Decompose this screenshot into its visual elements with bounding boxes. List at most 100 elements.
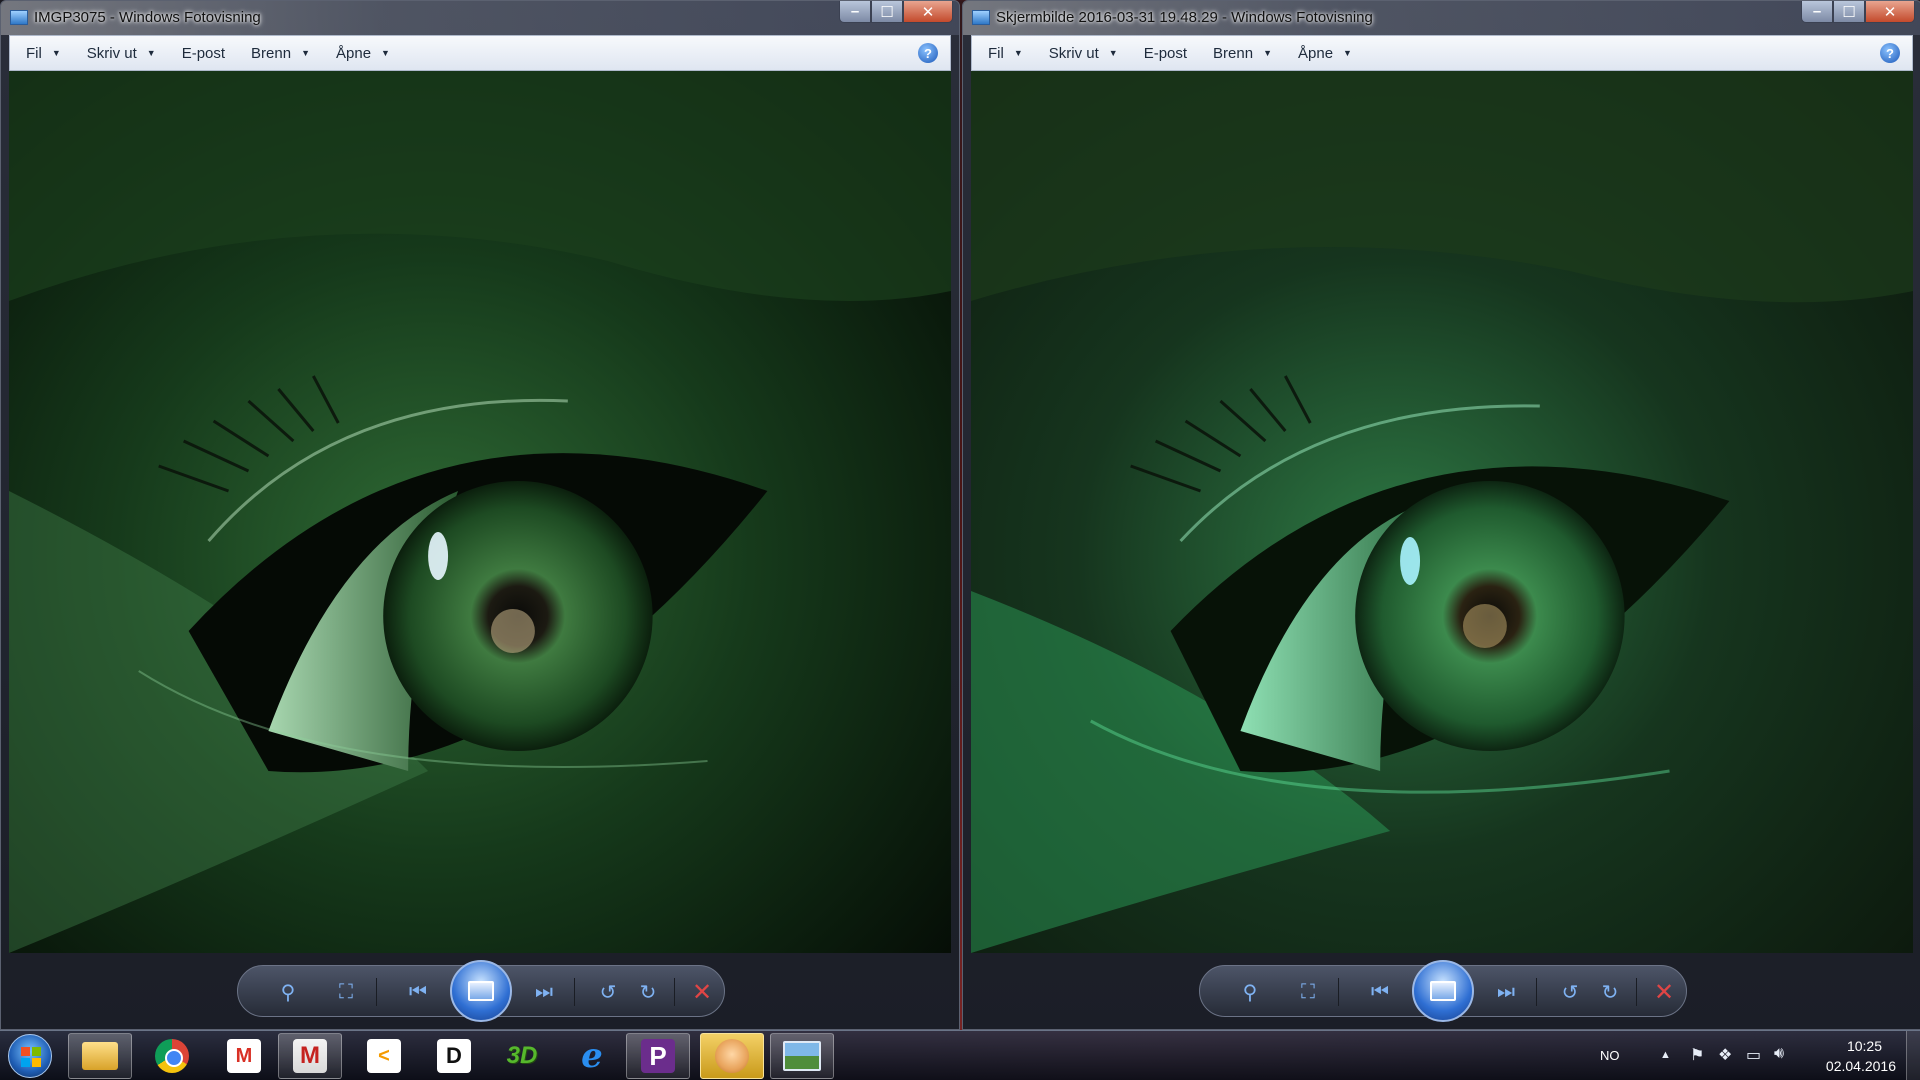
rotate-clockwise-icon[interactable]: ↻ — [628, 966, 668, 1018]
maximize-button[interactable]: ☐ — [1833, 1, 1865, 23]
system-tray: NO ▲ ⚑ ❖ ▭ 🔊︎ 10:25 02.04.2016 — [1600, 1031, 1920, 1080]
3d-icon: 3D — [506, 1042, 538, 1069]
flag-icon[interactable]: ⚑ — [1690, 1045, 1704, 1065]
photo-viewer-window-right[interactable]: Skjermbilde 2016-03-31 19.48.29 - Window… — [962, 0, 1920, 1030]
photo-viewer-window-left[interactable]: IMGP3075 - Windows Fotovisning – ☐ ✕ Fil… — [0, 0, 960, 1030]
taskbar-windows-explorer[interactable] — [68, 1033, 132, 1079]
taskbar-internet-explorer[interactable]: e — [560, 1033, 624, 1079]
title-bar[interactable]: IMGP3075 - Windows Fotovisning – ☐ ✕ — [1, 1, 959, 35]
chevron-down-icon: ▼ — [146, 48, 156, 58]
actual-size-icon[interactable]: ⛶ — [326, 966, 366, 1018]
divider — [1536, 978, 1537, 1006]
volume-icon[interactable]: 🔊︎ — [1774, 1045, 1784, 1063]
dropbox-icon[interactable]: ❖ — [1718, 1045, 1732, 1065]
rotate-counterclockwise-icon[interactable]: ↺ — [1550, 966, 1590, 1018]
photo-viewer-app-icon — [10, 10, 28, 25]
close-button[interactable]: ✕ — [903, 1, 953, 23]
delete-icon[interactable]: ✕ — [1644, 966, 1684, 1018]
chevron-down-icon: ▼ — [51, 48, 61, 58]
taskbar-3d-app[interactable]: 3D — [490, 1033, 554, 1079]
clock-date[interactable]: 02.04.2016 — [1826, 1058, 1896, 1074]
window-title: Skjermbilde 2016-03-31 19.48.29 - Window… — [996, 9, 1373, 26]
folder-icon — [82, 1042, 118, 1070]
rotate-clockwise-icon[interactable]: ↻ — [1590, 966, 1630, 1018]
show-desktop-button[interactable] — [1906, 1031, 1920, 1080]
title-bar[interactable]: Skjermbilde 2016-03-31 19.48.29 - Window… — [963, 1, 1920, 35]
p-icon: P — [641, 1039, 675, 1073]
zoom-icon[interactable]: ⚲ — [268, 966, 308, 1018]
minimize-button[interactable]: – — [839, 1, 871, 23]
taskbar-share-app[interactable]: < — [352, 1033, 416, 1079]
next-icon[interactable]: ⏭ — [524, 966, 564, 1018]
zoom-icon[interactable]: ⚲ — [1230, 966, 1270, 1018]
actual-size-icon[interactable]: ⛶ — [1288, 966, 1328, 1018]
menu-skriv-ut-label: Skriv ut — [1048, 44, 1099, 62]
menu-e-post[interactable]: E-post — [1134, 45, 1197, 62]
divider — [574, 978, 575, 1006]
help-icon[interactable]: ? — [1880, 43, 1900, 63]
menu-apne-label: Åpne — [1298, 44, 1334, 62]
face-icon — [715, 1039, 749, 1073]
eye-photo — [9, 71, 951, 953]
taskbar-windows-photo-viewer[interactable] — [770, 1033, 834, 1079]
menu-brenn[interactable]: Brenn ▼ — [1203, 45, 1282, 62]
chevron-down-icon: ▼ — [381, 48, 390, 58]
rotate-counterclockwise-icon[interactable]: ↺ — [588, 966, 628, 1018]
chevron-down-icon: ▼ — [1013, 48, 1023, 58]
previous-icon[interactable]: ⏮ — [398, 966, 438, 1018]
taskbar: M M < D 3D e P NO ▲ ⚑ ❖ ▭ 🔊︎ 10:25 02.04… — [0, 1030, 1920, 1080]
language-indicator[interactable]: NO — [1600, 1048, 1620, 1063]
chevron-down-icon: ▼ — [1263, 48, 1272, 58]
show-hidden-icons-icon[interactable]: ▲ — [1660, 1049, 1671, 1061]
menu-fil[interactable]: Fil ▼ — [16, 45, 71, 62]
divider — [674, 978, 675, 1006]
slideshow-button[interactable] — [1412, 960, 1474, 1022]
menu-skriv-ut[interactable]: Skriv ut ▼ — [1039, 45, 1128, 62]
help-icon[interactable]: ? — [918, 43, 938, 63]
network-icon[interactable]: ▭ — [1746, 1045, 1761, 1065]
chrome-icon — [155, 1039, 189, 1073]
chevron-down-icon: ▼ — [1343, 48, 1352, 58]
start-button[interactable] — [8, 1034, 52, 1078]
close-button[interactable]: ✕ — [1865, 1, 1915, 23]
maximize-button[interactable]: ☐ — [871, 1, 903, 23]
clock-time[interactable]: 10:25 — [1847, 1038, 1882, 1054]
menu-skriv-ut[interactable]: Skriv ut ▼ — [77, 45, 166, 62]
next-icon[interactable]: ⏭ — [1486, 966, 1526, 1018]
divider — [1338, 978, 1339, 1006]
taskbar-google-chrome[interactable] — [140, 1033, 204, 1079]
previous-icon[interactable]: ⏮ — [1360, 966, 1400, 1018]
photo-viewer-icon — [783, 1041, 821, 1071]
menu-brenn-label: Brenn — [251, 44, 292, 62]
menu-skriv-ut-label: Skriv ut — [86, 44, 137, 62]
menu-fil-label: Fil — [988, 44, 1004, 62]
taskbar-p-app[interactable]: P — [626, 1033, 690, 1079]
menu-apne[interactable]: Åpne ▼ — [326, 45, 400, 62]
menu-brenn[interactable]: Brenn ▼ — [241, 45, 320, 62]
chevron-down-icon: ▼ — [1108, 48, 1118, 58]
taskbar-gmail-notifier[interactable]: M — [278, 1033, 342, 1079]
menu-apne[interactable]: Åpne ▼ — [1288, 45, 1362, 62]
chevron-down-icon: ▼ — [301, 48, 310, 58]
menu-e-post-label: E-post — [181, 44, 226, 62]
photo-display[interactable] — [971, 71, 1913, 953]
divider — [376, 978, 377, 1006]
delete-icon[interactable]: ✕ — [682, 966, 722, 1018]
taskbar-d-app[interactable]: D — [422, 1033, 486, 1079]
minimize-button[interactable]: – — [1801, 1, 1833, 23]
menu-bar: Fil ▼ Skriv ut ▼ E-post Brenn ▼ Åpne ▼ ? — [9, 35, 951, 71]
taskbar-avatar-app[interactable] — [700, 1033, 764, 1079]
slideshow-icon — [1430, 981, 1456, 1001]
photo-viewer-app-icon — [972, 10, 990, 25]
photo-display[interactable] — [9, 71, 951, 953]
taskbar-gmail[interactable]: M — [212, 1033, 276, 1079]
menu-fil-label: Fil — [26, 44, 42, 62]
menu-e-post-label: E-post — [1143, 44, 1188, 62]
menu-e-post[interactable]: E-post — [172, 45, 235, 62]
share-icon: < — [367, 1039, 401, 1073]
windows-logo-icon — [21, 1047, 41, 1067]
d-icon: D — [437, 1039, 471, 1073]
slideshow-button[interactable] — [450, 960, 512, 1022]
menu-brenn-label: Brenn — [1213, 44, 1254, 62]
menu-fil[interactable]: Fil ▼ — [978, 45, 1033, 62]
